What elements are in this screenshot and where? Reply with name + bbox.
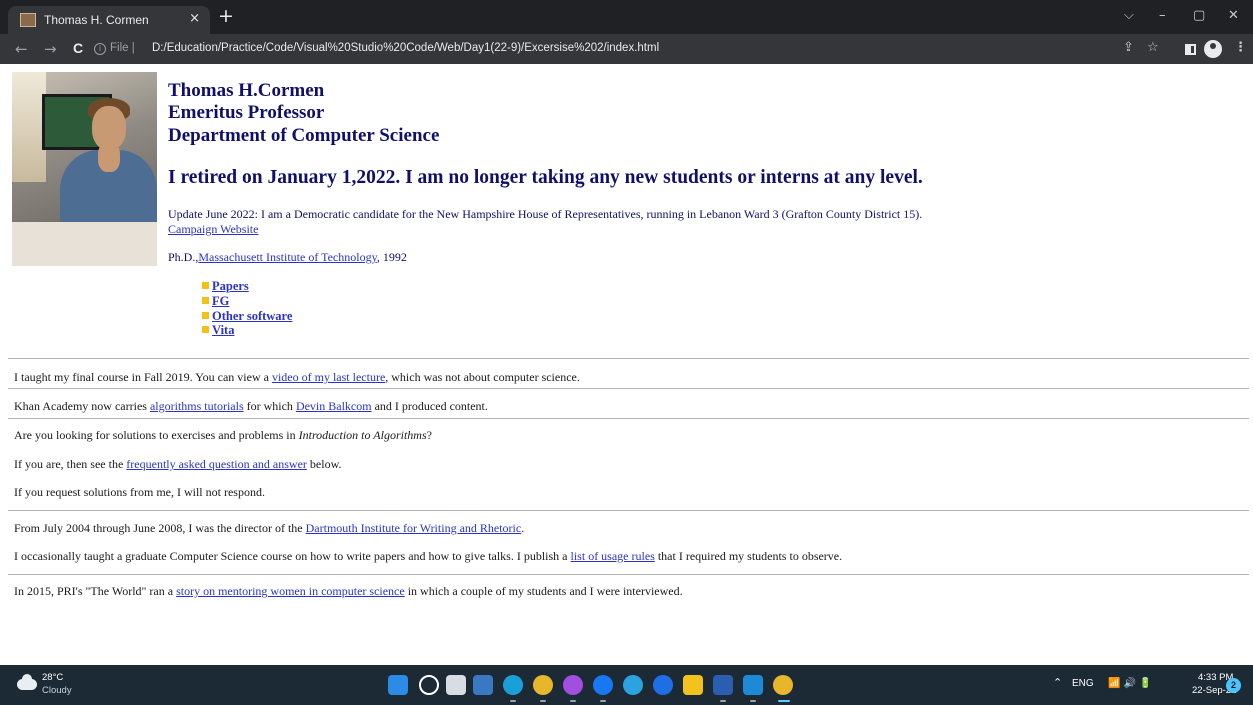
divider: [8, 418, 1249, 419]
algorithms-tutorials-link[interactable]: algorithms tutorials: [150, 399, 244, 413]
profile-avatar-icon[interactable]: [1204, 40, 1222, 58]
language-indicator[interactable]: ENG: [1072, 678, 1094, 689]
solutions-faq-text: If you are, then see the frequently aske…: [14, 457, 342, 471]
retirement-notice: I retired on January 1,2022. I am no lon…: [168, 167, 923, 188]
weather-temperature[interactable]: 28°C: [42, 672, 63, 683]
zalo-icon[interactable]: [653, 675, 673, 695]
nav-menu: Papers FG Other software Vita: [202, 279, 292, 338]
cloud-icon[interactable]: [17, 674, 37, 690]
address-bar[interactable]: D:/Education/Practice/Code/Visual%20Stud…: [152, 42, 659, 54]
campaign-update-text: Update June 2022: I am a Democratic cand…: [168, 207, 923, 221]
facebook-icon[interactable]: [593, 675, 613, 695]
file-explorer-icon[interactable]: [683, 675, 703, 695]
browser-tab-strip: Thomas H. Cormen × + ⌵ – ▢ ✕: [0, 0, 1253, 34]
divider: [8, 510, 1249, 511]
url-scheme-label: File |: [110, 42, 135, 54]
fg-link[interactable]: FG: [212, 294, 229, 308]
last-lecture-video-link[interactable]: video of my last lecture: [272, 370, 385, 384]
mentoring-story-link[interactable]: story on mentoring women in computer sci…: [176, 584, 405, 598]
maximize-button[interactable]: ▢: [1193, 8, 1205, 23]
search-icon[interactable]: [419, 675, 439, 695]
chrome-active-icon[interactable]: [773, 675, 793, 695]
dartmouth-text: From July 2004 through June 2008, I was …: [14, 521, 525, 535]
bullet-icon: [202, 326, 209, 334]
bullet-icon: [202, 311, 209, 319]
menu-item-other-software: Other software: [202, 309, 292, 324]
profile-photo: [12, 72, 157, 266]
widgets-icon[interactable]: [473, 675, 493, 695]
chrome-icon[interactable]: [533, 675, 553, 695]
tray-chevron-icon[interactable]: ⌃: [1053, 676, 1062, 689]
pri-text: In 2015, PRI's "The World" ran a story o…: [14, 584, 683, 598]
info-icon[interactable]: i: [94, 43, 106, 55]
task-view-icon[interactable]: [446, 675, 466, 695]
windows-start-icon[interactable]: [388, 675, 408, 695]
usage-rules-link[interactable]: list of usage rules: [571, 549, 655, 563]
grad-course-text: I occasionally taught a graduate Compute…: [14, 549, 843, 563]
windows-taskbar: 28°C Cloudy ⌃ ENG 📶 🔊 🔋 4:33 PM 22-Sep-2…: [0, 665, 1253, 705]
page-heading-department: Department of Computer Science: [168, 125, 440, 146]
divider: [8, 574, 1249, 575]
phd-line: Ph.D.,Massachusett Institute of Technolo…: [168, 250, 407, 264]
word-icon[interactable]: [713, 675, 733, 695]
menu-item-vita: Vita: [202, 323, 292, 338]
final-course-text: I taught my final course in Fall 2019. Y…: [14, 370, 580, 384]
close-window-button[interactable]: ✕: [1228, 8, 1239, 23]
reload-button[interactable]: C: [73, 40, 83, 56]
tab-close-icon[interactable]: ×: [189, 11, 200, 26]
vscode-icon[interactable]: [743, 675, 763, 695]
bullet-icon: [202, 296, 209, 304]
other-software-link[interactable]: Other software: [212, 309, 292, 323]
papers-link[interactable]: Papers: [212, 279, 249, 293]
devin-balkcom-link[interactable]: Devin Balkcom: [296, 399, 372, 413]
menu-item-papers: Papers: [202, 279, 292, 294]
divider: [8, 388, 1249, 389]
minimize-button[interactable]: –: [1159, 8, 1166, 23]
back-button[interactable]: ←: [15, 40, 28, 58]
bookmark-star-icon[interactable]: ☆: [1147, 40, 1159, 55]
notification-badge[interactable]: 2: [1226, 678, 1241, 693]
new-tab-button[interactable]: +: [218, 6, 234, 26]
browser-menu-icon[interactable]: ⋮: [1234, 40, 1247, 55]
mit-link[interactable]: Massachusett Institute of Technology: [198, 250, 376, 264]
edge-icon[interactable]: [503, 675, 523, 695]
solutions-question-text: Are you looking for solutions to exercis…: [14, 428, 432, 442]
address-toolbar: ← → C i File | D:/Education/Practice/Cod…: [0, 34, 1253, 64]
favicon-icon: [20, 13, 36, 27]
weather-condition[interactable]: Cloudy: [42, 685, 72, 696]
page-heading-name: Thomas H.Cormen: [168, 80, 325, 101]
browser-tab[interactable]: Thomas H. Cormen ×: [8, 6, 210, 34]
no-solutions-text: If you request solutions from me, I will…: [14, 485, 265, 499]
side-panel-icon[interactable]: [1185, 44, 1196, 55]
telegram-icon[interactable]: [623, 675, 643, 695]
tab-title: Thomas H. Cormen: [44, 13, 149, 27]
forward-button[interactable]: →: [44, 40, 57, 58]
messenger-icon[interactable]: [563, 675, 583, 695]
page-heading-title: Emeritus Professor: [168, 102, 325, 123]
faq-link[interactable]: frequently asked question and answer: [126, 457, 307, 471]
divider: [8, 358, 1249, 359]
vita-link[interactable]: Vita: [212, 323, 234, 337]
menu-item-fg: FG: [202, 294, 292, 309]
bullet-icon: [202, 282, 209, 289]
tab-search-icon[interactable]: ⌵: [1124, 8, 1134, 23]
tray-status-icons[interactable]: 📶 🔊 🔋: [1108, 678, 1152, 689]
khan-academy-text: Khan Academy now carries algorithms tuto…: [14, 399, 488, 413]
dartmouth-institute-link[interactable]: Dartmouth Institute for Writing and Rhet…: [306, 521, 522, 535]
campaign-website-link[interactable]: Campaign Website: [168, 222, 258, 237]
share-icon[interactable]: ⇪: [1123, 40, 1134, 55]
page-content: Thomas H.Cormen Emeritus Professor Depar…: [0, 64, 1253, 665]
